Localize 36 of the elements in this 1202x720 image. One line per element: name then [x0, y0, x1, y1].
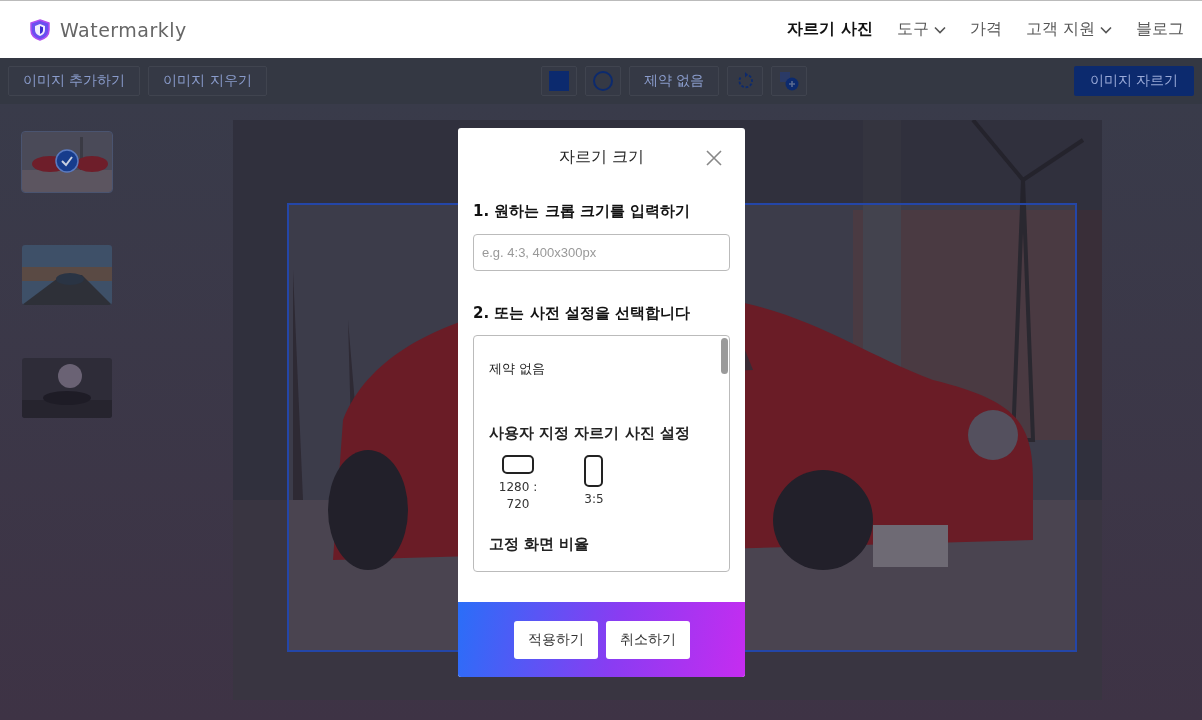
ratio-preset[interactable]: 1280 : 720: [493, 455, 543, 513]
nav-link[interactable]: 블로그: [1136, 19, 1184, 40]
dialog-title: 자르기 크기: [558, 146, 645, 168]
rotate-button[interactable]: [727, 66, 764, 96]
rotate-icon: [736, 72, 755, 90]
add-image-icon: [778, 70, 801, 92]
nav-link[interactable]: 가격: [969, 19, 1002, 40]
shield-logo-icon: [30, 18, 50, 41]
chevron-down-icon: [933, 25, 946, 34]
dialog-button[interactable]: 적용하기: [513, 620, 598, 659]
step-heading: 1. 원하는 크롭 크기를 입력하기: [473, 202, 692, 221]
scrollbar-thumb[interactable]: [721, 338, 728, 374]
toolbar-button[interactable]: 이미지 추가하기: [8, 66, 141, 96]
ratio-label: 1280 : 720: [497, 479, 539, 513]
nav-link[interactable]: 고객 지원: [1025, 19, 1112, 40]
ratio-preset[interactable]: 3:5: [569, 455, 619, 513]
preset-option[interactable]: 제약 없음: [489, 360, 714, 378]
add-image-button[interactable]: [771, 66, 808, 96]
close-icon[interactable]: [706, 150, 722, 166]
aspect-ratio-button[interactable]: 제약 없음: [629, 66, 720, 96]
crop-image-button[interactable]: 이미지 자르기: [1073, 66, 1194, 96]
logo-text: Watermarkly: [60, 18, 187, 41]
size-input-field[interactable]: e.g. 4:3, 400x300px: [473, 234, 730, 271]
portrait-ratio-icon: [584, 455, 604, 487]
preset-heading: 사용자 지정 자르기 사진 설정: [489, 424, 691, 443]
ratio-label: 3:5: [584, 491, 604, 508]
dialog-button[interactable]: 취소하기: [605, 620, 690, 659]
nav-link[interactable]: 자르기 사진: [787, 19, 873, 40]
landscape-ratio-icon: [502, 455, 534, 475]
preset-heading: 고정 화면 비율: [489, 534, 591, 554]
step-heading: 2. 또는 사전 설정을 선택합니다: [473, 304, 692, 323]
nav-link[interactable]: 도구: [896, 19, 946, 40]
toolbar-button[interactable]: 이미지 지우기: [148, 66, 267, 96]
chevron-down-icon: [1100, 25, 1112, 34]
square-shape-button[interactable]: [541, 66, 577, 96]
circle-shape-button[interactable]: [585, 66, 621, 96]
